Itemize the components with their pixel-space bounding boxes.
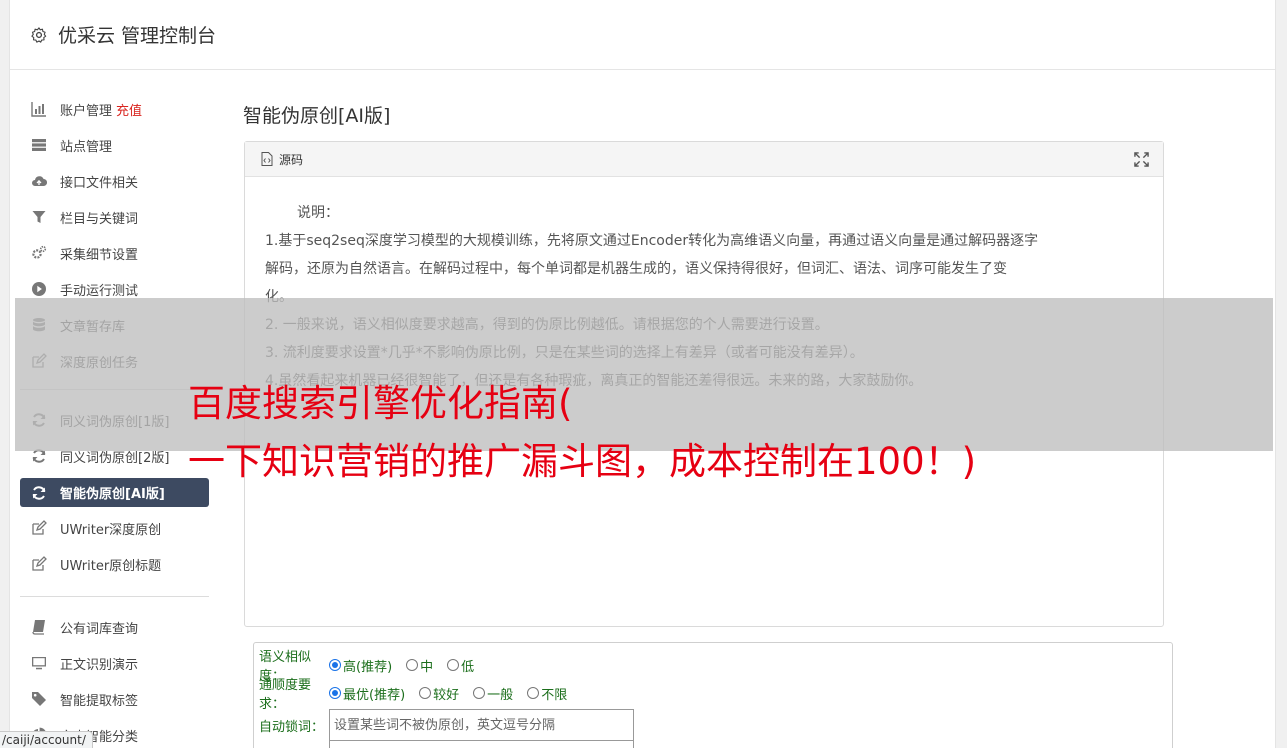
sidebar-item-label: 栏目与关键词 (60, 211, 139, 227)
refresh-icon (30, 484, 48, 502)
monitor-icon (30, 654, 48, 672)
sidebar-item-label: 采集细节设置 (60, 247, 139, 263)
sidebar-item-label: UWriter原创标题 (60, 558, 162, 574)
overlay-banner: 百度搜索引擎优化指南( 一下知识营销的推广漏斗图，成本控制在100！) (188, 375, 976, 491)
sidebar-item[interactable]: 采集细节设置 (20, 235, 209, 271)
status-bar-url: /caiji/account/ (0, 731, 93, 748)
edit-icon (30, 555, 48, 573)
sidebar-item-label: 接口文件相关 (60, 175, 139, 191)
similarity-radio[interactable]: 低 (447, 656, 474, 675)
banner-line-2: 一下知识营销的推广漏斗图，成本控制在100！) (188, 440, 977, 483)
sidebar-item[interactable]: 智能伪原创[AI版] (20, 478, 209, 507)
book-icon (30, 618, 48, 636)
sidebar-item-label: 账户管理 (60, 103, 113, 119)
sidebar-item[interactable]: 公有词库查询 (20, 609, 209, 645)
sidebar-item[interactable]: 正文识别演示 (20, 645, 209, 681)
radio-label: 最优(推荐) (343, 687, 406, 703)
radio-dot[interactable] (527, 687, 540, 699)
radio-dot[interactable] (447, 659, 460, 671)
sidebar-divider (20, 596, 209, 597)
description-line: 1.基于seq2seq深度学习模型的大规模训练，先将原文通过Encoder转化为… (265, 233, 1039, 249)
sidebar-item-label: 手动运行测试 (60, 283, 139, 299)
fluency-radio[interactable]: 较好 (419, 684, 459, 703)
sidebar-item[interactable]: 智能提取标签 (20, 681, 209, 717)
top-bar: 优采云 管理控制台 (10, 0, 1275, 70)
radio-label: 一般 (487, 687, 514, 703)
lock-words-input[interactable] (329, 708, 634, 742)
edit-icon (30, 519, 48, 537)
similarity-row: 语义相似度： 高(推荐) 中低 (259, 650, 1172, 684)
sidebar-item-label: 站点管理 (60, 139, 113, 155)
panel-header: 源码 (245, 142, 1163, 177)
description-line: 解码，还原为自然语言。在解码过程中，每个单词都是机器生成的，语义保持得很好，但词… (265, 261, 1007, 277)
radio-label: 高(推荐) (343, 659, 393, 675)
radio-dot[interactable] (419, 687, 432, 699)
fluency-label: 通顺度要求： (259, 678, 312, 712)
gear-icon (31, 26, 47, 43)
similarity-radio[interactable]: 高(推荐) (329, 656, 392, 675)
page-title: 智能伪原创[AI版] (243, 105, 391, 127)
radio-label: 不限 (541, 687, 568, 703)
sidebar-item-label: 正文识别演示 (60, 657, 139, 673)
sidebar-item[interactable]: UWriter原创标题 (20, 546, 209, 582)
play-circle-icon (30, 280, 48, 298)
expand-icon[interactable] (1134, 152, 1149, 167)
fluency-radio[interactable]: 最优(推荐) (329, 684, 405, 703)
filter-icon (30, 208, 48, 226)
intro-text: 说明： (297, 205, 339, 221)
sidebar-item[interactable]: 栏目与关键词 (20, 199, 209, 235)
tag-icon (30, 690, 48, 708)
fluency-radio[interactable]: 不限 (527, 684, 567, 703)
app-title: 优采云 管理控制台 (58, 25, 217, 47)
cogs-icon (30, 244, 48, 262)
banner-line-1: 百度搜索引擎优化指南( (188, 382, 573, 425)
radio-label: 中 (420, 659, 434, 675)
sidebar-item[interactable]: 账户管理 充值 (20, 91, 209, 127)
radio-dot[interactable] (329, 687, 341, 699)
radio-dot[interactable] (473, 687, 486, 699)
sidebar-item-label: 智能伪原创[AI版] (60, 487, 165, 502)
sidebar-item-label: UWriter深度原创 (60, 522, 162, 538)
radio-dot[interactable] (329, 659, 341, 671)
radio-label: 低 (461, 659, 475, 675)
lock-row: 自动锁词： (259, 707, 1172, 743)
sidebar-item[interactable]: 接口文件相关 (20, 163, 209, 199)
sidebar-item[interactable]: 站点管理 (20, 127, 209, 163)
radio-dot[interactable] (406, 659, 419, 671)
fluency-radio[interactable]: 一般 (473, 684, 513, 703)
sidebar-item-label: 公有词库查询 (60, 621, 139, 637)
bar-chart-icon (30, 100, 48, 118)
recharge-link[interactable]: 充值 (116, 100, 142, 119)
settings-form: 语义相似度： 高(推荐) 中低 通顺度要求： 最优(推荐) 较好 一般 不限 自动锁词： (253, 642, 1173, 748)
fluency-row: 通顺度要求： 最优(推荐) 较好 一般 不限 (259, 678, 1172, 712)
similarity-radio[interactable]: 中 (406, 656, 433, 675)
secondary-input[interactable] (329, 740, 634, 748)
sidebar-item-label: 智能提取标签 (60, 693, 139, 709)
cloud-upload-icon (30, 172, 48, 190)
lock-label: 自动锁词： (259, 719, 325, 735)
sidebar-item[interactable]: UWriter深度原创 (20, 510, 209, 546)
file-code-icon (261, 152, 273, 166)
server-icon (30, 136, 48, 154)
panel-header-label: 源码 (279, 152, 304, 167)
radio-label: 较好 (433, 687, 460, 703)
